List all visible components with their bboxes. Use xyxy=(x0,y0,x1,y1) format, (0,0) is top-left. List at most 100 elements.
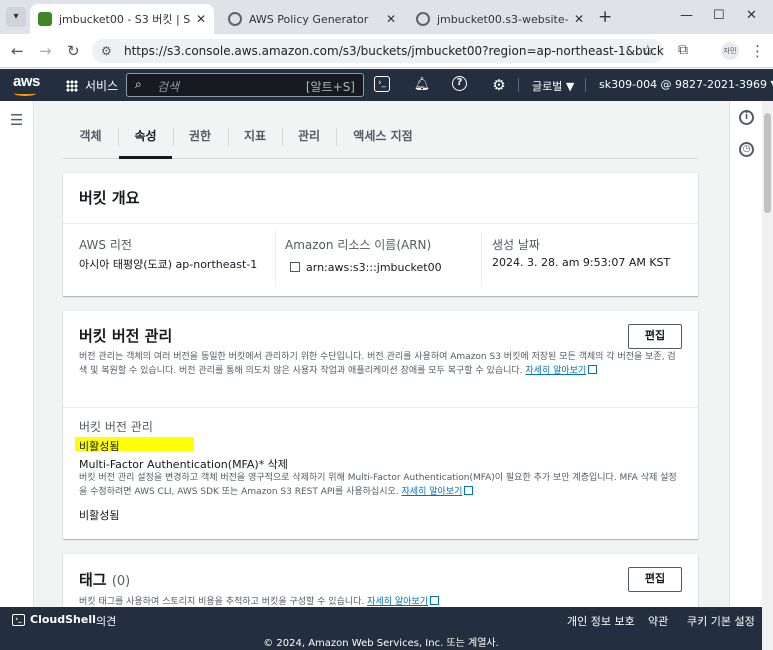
reload-icon[interactable]: ↻ xyxy=(67,42,80,60)
versioning-learn-more-link[interactable]: 자세히 알아보기 xyxy=(525,366,586,376)
tab-properties[interactable]: 속성 xyxy=(119,121,172,159)
terminal-icon: ›_ xyxy=(12,613,25,626)
help-icon[interactable]: ? xyxy=(452,76,467,91)
mfa-delete-value: 비활성됨 xyxy=(79,509,120,522)
tags-title-row: 태그 (0) xyxy=(79,569,130,590)
grid-icon xyxy=(66,79,78,92)
bucket-detail-tabs: 객체 속성 권한 지표 관리 액세스 지점 xyxy=(63,121,698,159)
tab-permissions[interactable]: 권한 xyxy=(176,121,224,159)
privacy-link[interactable]: 개인 정보 보호 xyxy=(567,613,635,629)
hamburger-menu-icon[interactable]: ☰ xyxy=(10,111,23,129)
created-value: 2024. 3. 28. am 9:53:07 AM KST xyxy=(492,256,671,269)
external-link-icon xyxy=(430,596,439,605)
tab-divider xyxy=(336,128,337,146)
tab-divider xyxy=(228,128,229,146)
mfa-description: 버킷 버전 관리 설정을 변경하고 객체 버전을 영구적으로 삭제하기 위해 M… xyxy=(79,473,677,497)
info-icon[interactable]: i xyxy=(739,110,754,125)
site-info-icon[interactable]: ⚙ xyxy=(101,39,112,63)
settings-gear-icon[interactable]: ⚙ xyxy=(490,76,508,94)
search-placeholder: 검색 xyxy=(157,80,180,94)
services-label: 서비스 xyxy=(85,79,119,93)
terms-link[interactable]: 약관 xyxy=(648,613,668,629)
close-tab-icon[interactable]: ✕ xyxy=(196,12,206,26)
search-input[interactable]: ⌕ 검색 [알트+S] xyxy=(126,73,364,97)
address-bar-row: ← → ↻ ⚙ https://s3.console.aws.amazon.co… xyxy=(0,34,773,68)
close-tab-icon[interactable]: ✕ xyxy=(386,12,396,26)
url-text: https://s3.console.aws.amazon.com/s3/buc… xyxy=(124,44,664,58)
tab-metrics[interactable]: 지표 xyxy=(231,121,279,159)
tags-title: 태그 xyxy=(79,571,107,589)
feedback-link[interactable]: 의견 xyxy=(96,613,116,629)
tags-count: (0) xyxy=(111,574,131,589)
browser-tab-bar: ▾ jmbucket00 - S3 버킷 | S3 | Glo ✕ AWS Po… xyxy=(0,0,773,34)
browser-tab-website[interactable]: jmbucket00.s3-website-ap-nor ✕ xyxy=(408,4,592,34)
cloudshell-label: CloudShell xyxy=(30,613,96,626)
versioning-status-value: 비활성됨 xyxy=(79,440,120,453)
region-value: 아시아 태평양(도쿄) ap-northeast-1 xyxy=(79,258,258,271)
tags-description-block: 버킷 태그를 사용하여 스토리지 비용을 추적하고 버킷을 구성할 수 있습니다… xyxy=(79,595,679,607)
copyright-text: © 2024, Amazon Web Services, Inc. 또는 계열사… xyxy=(263,638,499,649)
versioning-edit-button[interactable]: 편집 xyxy=(628,324,682,349)
tags-learn-more-link[interactable]: 자세히 알아보기 xyxy=(367,597,428,607)
aws-logo-smile-icon xyxy=(14,91,36,96)
external-link-icon xyxy=(464,486,474,495)
cloudshell-icon[interactable]: ›_ xyxy=(374,76,390,92)
globe-icon xyxy=(416,12,430,26)
minimize-icon[interactable]: — xyxy=(680,8,693,23)
region-selector[interactable]: 글로벌 ▼ xyxy=(532,78,574,94)
account-menu[interactable]: sk309-004 @ 9827-2021-3969 ▼ xyxy=(599,78,773,91)
url-field[interactable]: ⚙ https://s3.console.aws.amazon.com/s3/b… xyxy=(92,39,664,63)
tab-access-points[interactable]: 액세스 지점 xyxy=(343,121,423,159)
column-divider xyxy=(481,230,482,286)
maximize-icon[interactable]: ☐ xyxy=(713,8,725,23)
tab-objects[interactable]: 객체 xyxy=(68,121,113,159)
copy-icon[interactable] xyxy=(290,262,300,272)
notifications-bell-icon[interactable]: 🔔︎ xyxy=(413,76,431,94)
console-footer: ›_ CloudShell 의견 개인 정보 보호 약관 쿠키 기본 설정 © … xyxy=(0,607,762,650)
tags-description: 버킷 태그를 사용하여 스토리지 비용을 추적하고 버킷을 구성할 수 있습니다… xyxy=(79,597,365,607)
browser-tab-policy-generator[interactable]: AWS Policy Generator ✕ xyxy=(220,4,404,34)
browser-tab-s3[interactable]: jmbucket00 - S3 버킷 | S3 | Glo ✕ xyxy=(30,4,214,34)
back-icon[interactable]: ← xyxy=(11,42,24,60)
bucket-overview-panel: 버킷 개요 AWS 리전 아시아 태평양(도쿄) ap-northeast-1 … xyxy=(63,173,698,296)
tab-title: jmbucket00 - S3 버킷 | S3 | Glo xyxy=(59,13,190,26)
header-divider xyxy=(585,78,586,92)
cloudshell-button[interactable]: ›_ CloudShell xyxy=(12,613,96,626)
region-label: AWS 리전 xyxy=(79,238,132,252)
scrollbar-thumb[interactable] xyxy=(764,113,771,213)
tab-title: jmbucket00.s3-website-ap-nor xyxy=(437,12,568,26)
tab-search-icon[interactable]: ▾ xyxy=(6,7,26,27)
bookmark-star-icon[interactable]: ☆ xyxy=(641,39,654,63)
arn-value-row: arn:aws:s3:::jmbucket00 xyxy=(290,261,442,274)
panel-divider xyxy=(63,223,698,224)
mfa-delete-label: Multi-Factor Authentication(MFA)* 삭제 xyxy=(79,458,288,471)
bucket-versioning-panel: 버킷 버전 관리 편집 버전 관리는 객체의 여러 버전을 동일한 버킷에서 관… xyxy=(63,311,698,539)
browser-menu-icon[interactable]: ⋮ xyxy=(750,42,765,60)
aws-logo[interactable]: aws xyxy=(13,73,40,90)
versioning-status-label: 버킷 버전 관리 xyxy=(79,420,153,434)
cookie-preferences-link[interactable]: 쿠키 기본 설정 xyxy=(687,613,755,629)
tab-management[interactable]: 관리 xyxy=(285,121,333,159)
services-menu-button[interactable]: 서비스 xyxy=(66,77,118,94)
window-close-icon[interactable]: ✕ xyxy=(746,8,757,23)
column-divider xyxy=(275,230,276,286)
header-divider xyxy=(518,78,519,92)
page-scrollbar[interactable] xyxy=(762,101,773,650)
mfa-learn-more-link[interactable]: 자세히 알아보기 xyxy=(402,487,463,497)
search-shortcut: [알트+S] xyxy=(305,80,355,94)
tags-panel: 태그 (0) 편집 버킷 태그를 사용하여 스토리지 비용을 추적하고 버킷을 … xyxy=(63,554,698,607)
tags-edit-button[interactable]: 편집 xyxy=(628,567,682,592)
extensions-icon[interactable]: ⧉ xyxy=(678,42,688,58)
arn-label: Amazon 리소스 이름(ARN) xyxy=(285,238,432,252)
created-label: 생성 날짜 xyxy=(492,238,540,252)
new-tab-button[interactable]: + xyxy=(598,7,612,27)
search-icon: ⌕ xyxy=(135,77,142,91)
profile-avatar[interactable]: 자민 xyxy=(721,42,739,60)
forward-icon[interactable]: → xyxy=(39,42,52,60)
globe-icon xyxy=(228,12,242,26)
tab-divider xyxy=(173,128,174,146)
tab-divider xyxy=(282,128,283,146)
panel-divider xyxy=(63,407,698,408)
close-tab-icon[interactable]: ✕ xyxy=(574,12,584,26)
feedback-icon[interactable]: ◷ xyxy=(739,142,754,157)
